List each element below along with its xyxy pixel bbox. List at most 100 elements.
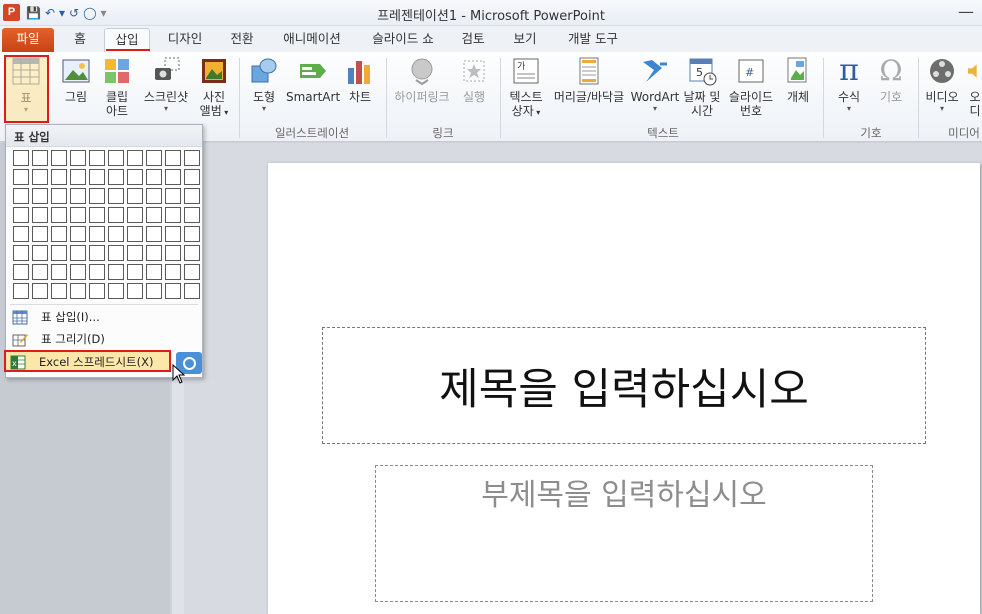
- table-grid-cell[interactable]: [32, 188, 48, 204]
- menu-item-draw-table[interactable]: 표 그리기(D): [6, 329, 202, 351]
- table-grid-cell[interactable]: [51, 264, 67, 280]
- table-grid-cell[interactable]: [127, 150, 143, 166]
- header-footer-button[interactable]: 머리글/바닥글: [550, 56, 628, 104]
- table-grid-cell[interactable]: [32, 264, 48, 280]
- table-grid-cell[interactable]: [127, 245, 143, 261]
- table-grid-cell[interactable]: [13, 283, 29, 299]
- table-grid-cell[interactable]: [108, 207, 124, 223]
- table-grid-cell[interactable]: [146, 245, 162, 261]
- tab-developer[interactable]: 개발 도구: [556, 28, 630, 52]
- table-grid-cell[interactable]: [165, 207, 181, 223]
- action-button[interactable]: 실행: [456, 56, 492, 104]
- table-grid-cell[interactable]: [70, 226, 86, 242]
- table-grid-cell[interactable]: [146, 188, 162, 204]
- video-button[interactable]: 비디오 ▾: [922, 56, 962, 114]
- audio-button[interactable]: 오디: [964, 56, 982, 118]
- tab-animations[interactable]: 애니메이션: [273, 28, 351, 52]
- table-grid-cell[interactable]: [108, 283, 124, 299]
- symbol-button[interactable]: Ω 기호: [872, 56, 910, 105]
- table-grid-cell[interactable]: [184, 226, 200, 242]
- tab-design[interactable]: 디자인: [158, 28, 212, 52]
- table-grid-cell[interactable]: [165, 226, 181, 242]
- table-grid-cell[interactable]: [89, 245, 105, 261]
- table-grid-cell[interactable]: [13, 226, 29, 242]
- table-grid-cell[interactable]: [108, 264, 124, 280]
- table-grid-cell[interactable]: [32, 150, 48, 166]
- table-grid-cell[interactable]: [70, 264, 86, 280]
- table-grid-cell[interactable]: [184, 207, 200, 223]
- table-grid-cell[interactable]: [89, 188, 105, 204]
- table-grid-cell[interactable]: [127, 283, 143, 299]
- table-grid-cell[interactable]: [51, 188, 67, 204]
- table-grid-cell[interactable]: [70, 283, 86, 299]
- table-grid-cell[interactable]: [89, 169, 105, 185]
- table-grid-cell[interactable]: [127, 188, 143, 204]
- table-grid-cell[interactable]: [165, 264, 181, 280]
- table-grid-cell[interactable]: [165, 169, 181, 185]
- table-grid-cell[interactable]: [146, 150, 162, 166]
- wordart-button[interactable]: WordArt ▾: [630, 56, 680, 114]
- table-grid-cell[interactable]: [165, 283, 181, 299]
- table-grid-cell[interactable]: [184, 188, 200, 204]
- picture-button[interactable]: 그림: [58, 56, 94, 104]
- table-grid-cell[interactable]: [184, 245, 200, 261]
- table-grid-cell[interactable]: [146, 264, 162, 280]
- table-grid-cell[interactable]: [108, 188, 124, 204]
- tab-review[interactable]: 검토: [453, 28, 493, 52]
- slide-number-button[interactable]: # 슬라이드 번호: [724, 56, 778, 118]
- object-button[interactable]: 개체: [780, 56, 816, 104]
- table-grid-cell[interactable]: [32, 226, 48, 242]
- table-grid-cell[interactable]: [89, 283, 105, 299]
- subtitle-placeholder[interactable]: 부제목을 입력하십시오: [375, 465, 873, 602]
- table-grid-cell[interactable]: [32, 245, 48, 261]
- table-grid-cell[interactable]: [127, 264, 143, 280]
- tab-slideshow[interactable]: 슬라이드 쇼: [362, 28, 444, 52]
- table-grid-cell[interactable]: [89, 226, 105, 242]
- table-grid-cell[interactable]: [32, 207, 48, 223]
- table-grid-cell[interactable]: [165, 188, 181, 204]
- table-grid-cell[interactable]: [51, 226, 67, 242]
- table-grid-cell[interactable]: [13, 169, 29, 185]
- hyperlink-button[interactable]: 하이퍼링크: [390, 56, 454, 104]
- table-grid-cell[interactable]: [51, 169, 67, 185]
- table-grid-cell[interactable]: [13, 188, 29, 204]
- tab-view[interactable]: 보기: [505, 28, 545, 52]
- table-grid-cell[interactable]: [146, 169, 162, 185]
- tab-transitions[interactable]: 전환: [222, 28, 262, 52]
- table-grid-cell[interactable]: [184, 169, 200, 185]
- table-grid-cell[interactable]: [70, 188, 86, 204]
- tab-file[interactable]: 파일: [2, 28, 54, 52]
- table-grid-cell[interactable]: [165, 150, 181, 166]
- table-grid-cell[interactable]: [146, 207, 162, 223]
- table-grid-cell[interactable]: [146, 226, 162, 242]
- table-grid-cell[interactable]: [89, 150, 105, 166]
- menu-item-insert-table[interactable]: 표 삽입(I)...: [6, 307, 202, 329]
- title-placeholder[interactable]: 제목을 입력하십시오: [322, 327, 926, 444]
- minimize-icon[interactable]: —: [958, 2, 974, 21]
- table-grid-cell[interactable]: [51, 207, 67, 223]
- table-grid-cell[interactable]: [89, 207, 105, 223]
- table-grid-cell[interactable]: [127, 169, 143, 185]
- table-grid-cell[interactable]: [70, 169, 86, 185]
- table-grid-cell[interactable]: [70, 245, 86, 261]
- table-grid-cell[interactable]: [108, 169, 124, 185]
- table-grid-cell[interactable]: [146, 283, 162, 299]
- clipart-button[interactable]: 클립 아트: [98, 56, 136, 118]
- table-grid-cell[interactable]: [184, 264, 200, 280]
- table-grid-cell[interactable]: [32, 283, 48, 299]
- chart-button[interactable]: 차트: [342, 56, 378, 104]
- table-grid-cell[interactable]: [184, 283, 200, 299]
- screenshot-button[interactable]: 스크린샷 ▾: [140, 56, 192, 114]
- table-grid-cell[interactable]: [70, 150, 86, 166]
- table-grid-cell[interactable]: [51, 283, 67, 299]
- table-grid-cell[interactable]: [108, 226, 124, 242]
- table-grid-cell[interactable]: [13, 207, 29, 223]
- shapes-button[interactable]: 도형 ▾: [244, 56, 284, 114]
- table-grid-cell[interactable]: [184, 150, 200, 166]
- table-grid-cell[interactable]: [13, 245, 29, 261]
- table-grid-cell[interactable]: [108, 150, 124, 166]
- tab-home[interactable]: 홈: [64, 28, 96, 52]
- table-grid-cell[interactable]: [13, 150, 29, 166]
- table-grid-cell[interactable]: [70, 207, 86, 223]
- table-grid-cell[interactable]: [127, 226, 143, 242]
